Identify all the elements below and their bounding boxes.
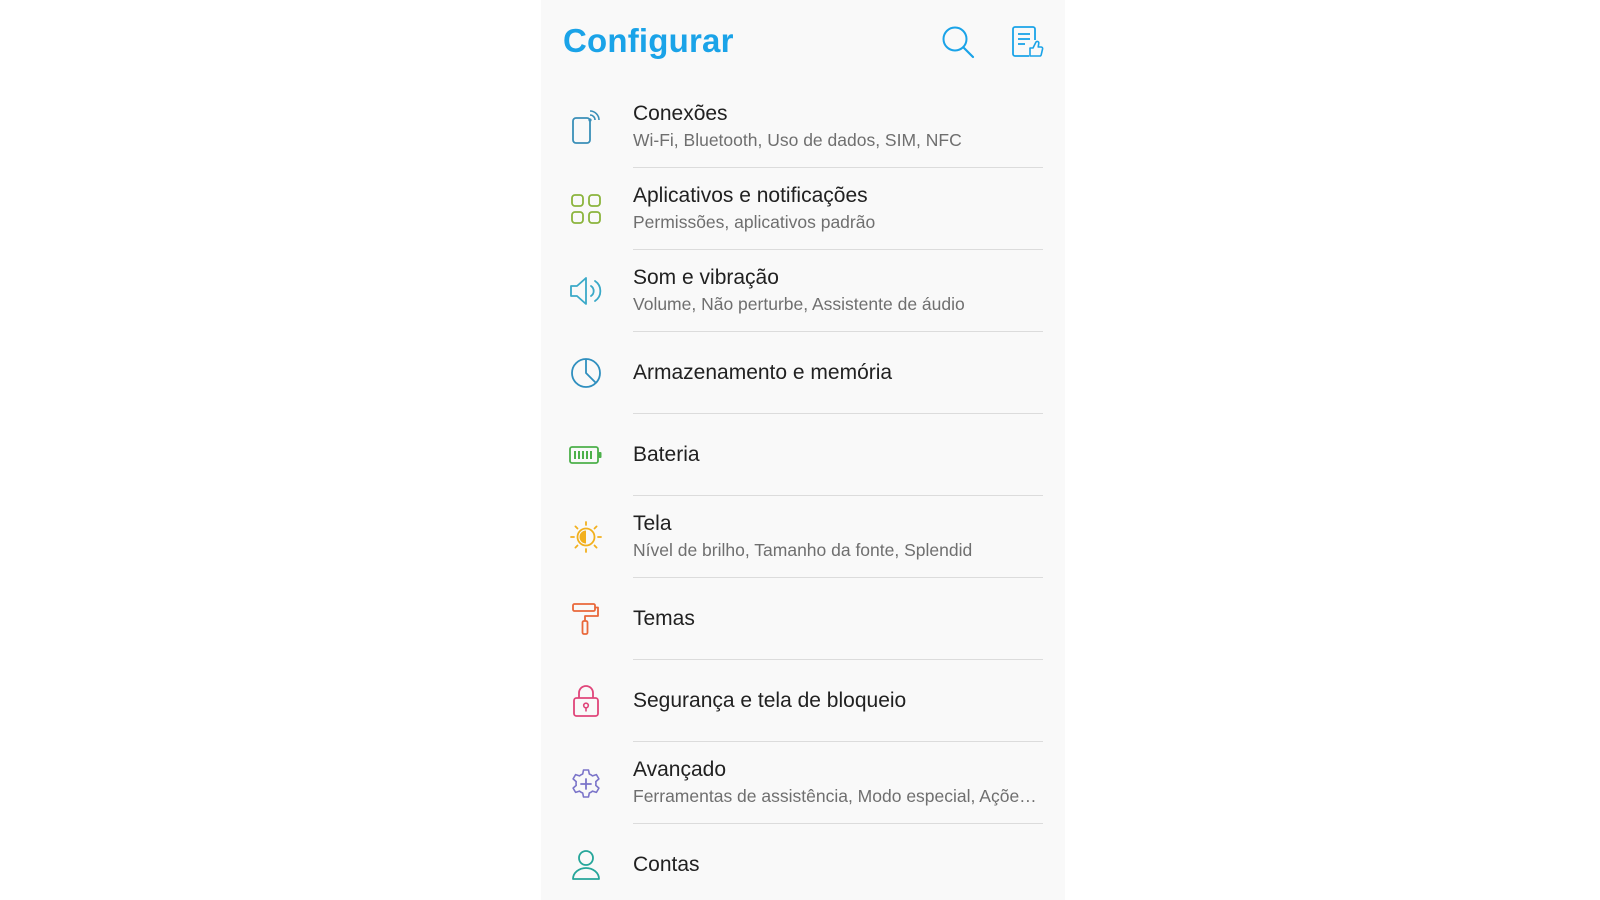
settings-item-summary: Ferramentas de assistência, Modo especia… <box>633 786 1043 806</box>
settings-item-sound[interactable]: Som e vibração Volume, Não perturbe, Ass… <box>541 250 1065 332</box>
settings-item-advanced[interactable]: Avançado Ferramentas de assistência, Mod… <box>541 742 1065 824</box>
settings-item-label: Conexões <box>633 102 728 125</box>
search-icon <box>942 26 975 59</box>
settings-item-summary: Permissões, aplicativos padrão <box>633 212 876 232</box>
settings-item-security[interactable]: Segurança e tela de bloqueio <box>541 660 1065 742</box>
settings-item-label: Temas <box>633 607 695 630</box>
user-icon <box>572 850 600 880</box>
settings-list: Conexões Wi-Fi, Bluetooth, Uso de dados,… <box>541 86 1065 900</box>
speaker-icon <box>570 277 602 305</box>
lock-icon <box>573 685 599 717</box>
brightness-icon <box>570 521 602 553</box>
page-title: Configurar <box>563 22 734 59</box>
settings-item-summary: Volume, Não perturbe, Assistente de áudi… <box>633 294 965 314</box>
settings-item-summary: Nível de brilho, Tamanho da fonte, Splen… <box>633 540 973 560</box>
settings-item-storage[interactable]: Armazenamento e memória <box>541 332 1065 414</box>
feedback-button[interactable] <box>1007 22 1047 62</box>
settings-item-label: Armazenamento e memória <box>633 361 893 384</box>
paint-roller-icon <box>572 603 599 635</box>
settings-item-summary: Wi-Fi, Bluetooth, Uso de dados, SIM, NFC <box>633 130 962 150</box>
settings-item-label: Contas <box>633 853 700 876</box>
settings-item-label: Segurança e tela de bloqueio <box>633 689 907 712</box>
battery-icon <box>569 446 602 464</box>
feedback-icon <box>1012 26 1044 57</box>
app-header: Configurar <box>541 0 1065 86</box>
settings-item-accounts[interactable]: Contas <box>541 824 1065 900</box>
settings-item-label: Avançado <box>633 758 727 781</box>
gear-plus-icon <box>572 769 600 798</box>
settings-item-label: Aplicativos e notificações <box>633 184 868 207</box>
settings-item-label: Som e vibração <box>633 266 779 289</box>
settings-item-connections[interactable]: Conexões Wi-Fi, Bluetooth, Uso de dados,… <box>541 86 1065 168</box>
search-button[interactable] <box>938 22 978 62</box>
settings-item-battery[interactable]: Bateria <box>541 414 1065 496</box>
settings-screen: Configurar Conexões Wi-Fi, Bluetooth, Us… <box>541 0 1065 900</box>
apps-grid-icon <box>571 194 601 224</box>
settings-item-label: Bateria <box>633 443 700 466</box>
pie-chart-icon <box>571 358 601 388</box>
connections-icon <box>572 110 600 144</box>
settings-item-label: Tela <box>633 512 672 535</box>
settings-item-themes[interactable]: Temas <box>541 578 1065 660</box>
settings-item-display[interactable]: Tela Nível de brilho, Tamanho da fonte, … <box>541 496 1065 578</box>
settings-item-apps[interactable]: Aplicativos e notificações Permissões, a… <box>541 168 1065 250</box>
